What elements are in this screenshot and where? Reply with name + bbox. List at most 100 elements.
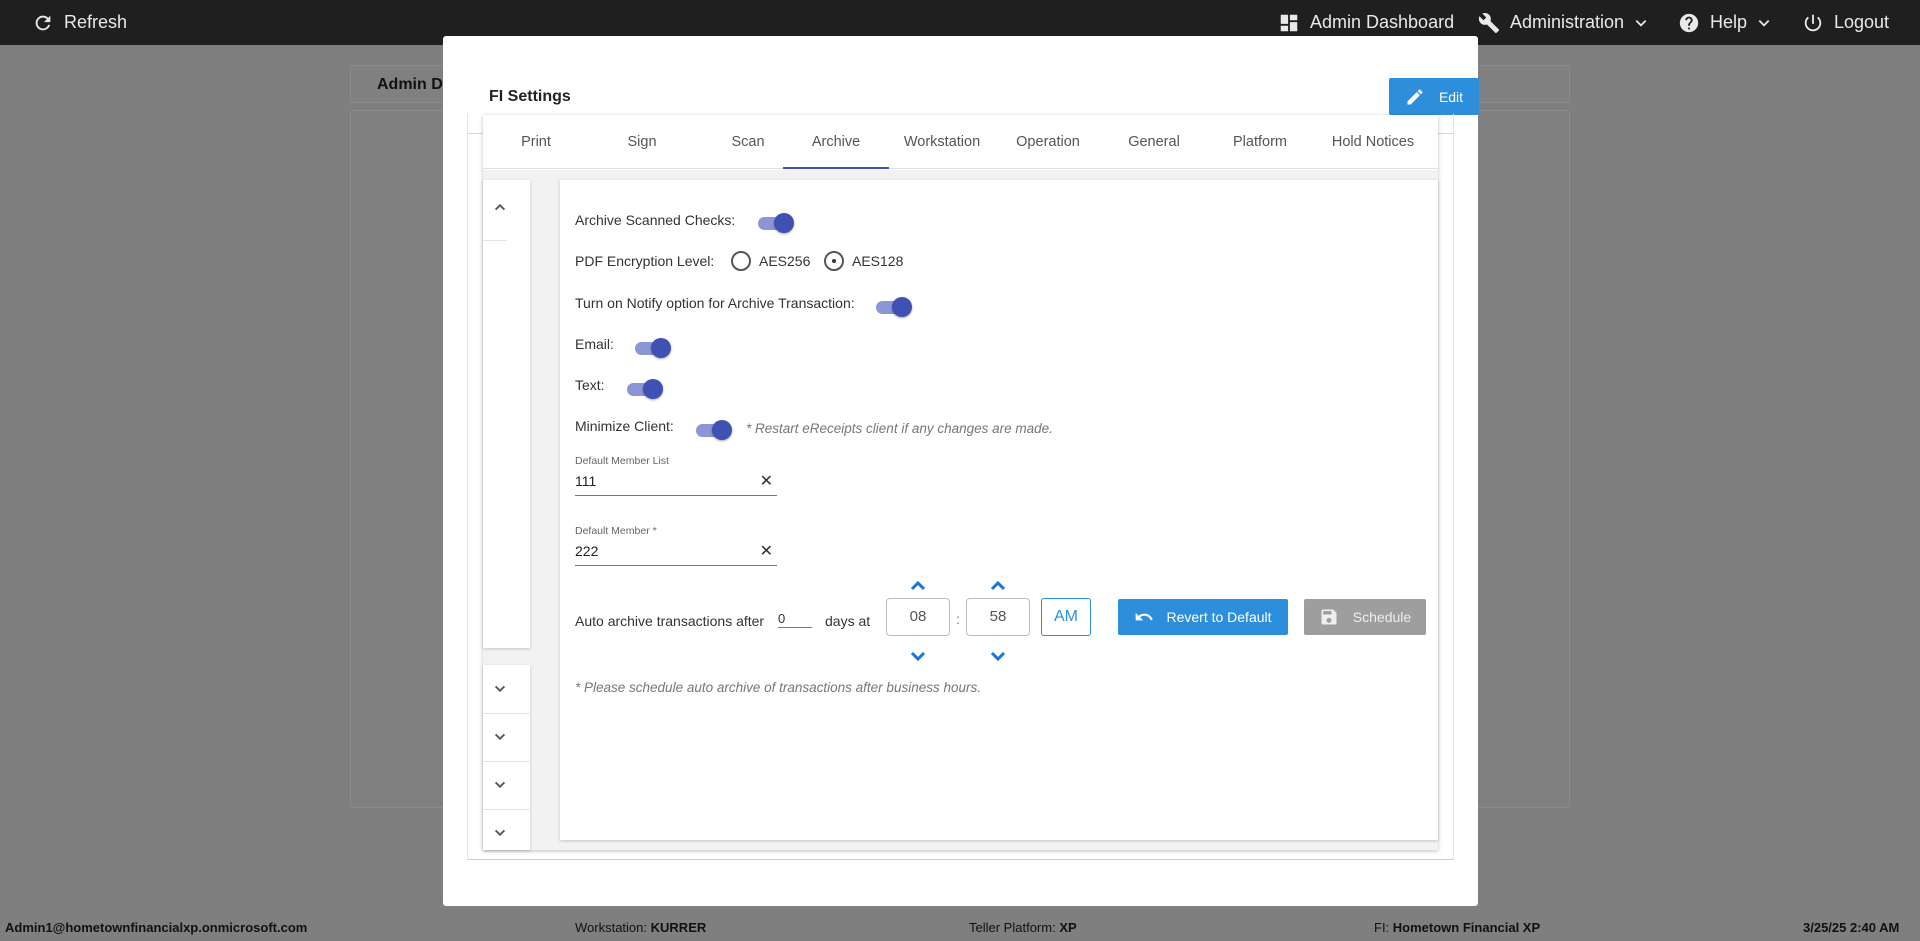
revert-to-default-button[interactable]: Revert to Default xyxy=(1118,599,1288,635)
toggle-knob xyxy=(643,379,663,399)
platform-label: Teller Platform: xyxy=(969,920,1056,935)
tab-workstation[interactable]: Workstation xyxy=(889,115,995,169)
settings-card: Print Sign Scan Archive Workstation Oper… xyxy=(483,115,1438,850)
chevron-down-icon xyxy=(494,829,506,837)
expand-panel-2-button[interactable] xyxy=(485,722,515,752)
archive-scanned-checks-toggle[interactable] xyxy=(758,212,794,234)
refresh-button[interactable]: Refresh xyxy=(32,0,127,45)
dashboard-icon xyxy=(1280,14,1298,31)
datetime-value: 3/25/25 2:40 AM xyxy=(1803,920,1900,935)
wrench-icon xyxy=(1478,12,1500,33)
chevron-down-icon xyxy=(1635,19,1647,27)
side-nav-divider xyxy=(483,713,530,714)
minute-input[interactable]: 58 xyxy=(966,598,1030,636)
collapse-up-button[interactable] xyxy=(485,192,515,222)
schedule-label: Schedule xyxy=(1352,609,1412,625)
aes128-label: AES128 xyxy=(852,253,904,269)
administration-label: Administration xyxy=(1510,12,1625,32)
email-label: Email: xyxy=(575,336,614,352)
background-page-title: Admin D xyxy=(377,76,443,93)
logout-button[interactable]: Logout xyxy=(1802,0,1889,45)
tab-hold-notices[interactable]: Hold Notices xyxy=(1313,115,1433,169)
chevron-down-icon xyxy=(494,685,506,693)
administration-menu[interactable]: Administration xyxy=(1478,0,1648,45)
tab-sign[interactable]: Sign xyxy=(589,115,695,169)
refresh-label: Refresh xyxy=(64,12,128,32)
fi-settings-modal: FI Settings Edit Print Sign Scan Archive… xyxy=(443,36,1479,906)
edit-button[interactable]: Edit xyxy=(1389,78,1479,115)
settings-tabs: Print Sign Scan Archive Workstation Oper… xyxy=(483,115,1438,169)
status-user: Admin1@hometownfinancialxp.onmicrosoft.c… xyxy=(5,920,307,935)
minimize-client-toggle[interactable] xyxy=(696,419,732,441)
side-nav-divider xyxy=(483,809,530,810)
default-member-label: Default Member * xyxy=(575,525,657,537)
auto-archive-days-input[interactable] xyxy=(778,610,812,628)
status-workstation: Workstation: KURRER xyxy=(575,920,706,935)
text-toggle[interactable] xyxy=(627,378,663,400)
tab-general[interactable]: General xyxy=(1101,115,1207,169)
fi-value: Hometown Financial XP xyxy=(1392,920,1541,935)
edit-label: Edit xyxy=(1438,88,1464,105)
tab-print[interactable]: Print xyxy=(483,115,589,169)
default-member-list-field[interactable]: ✕ xyxy=(575,472,777,496)
toggle-knob xyxy=(651,338,671,358)
undo-icon xyxy=(1136,612,1154,621)
aes256-label: AES256 xyxy=(759,253,811,269)
hour-input[interactable]: 08 xyxy=(886,598,950,636)
pencil-icon xyxy=(1407,88,1423,104)
ampm-toggle[interactable]: AM xyxy=(1041,598,1091,636)
tab-archive[interactable]: Archive xyxy=(783,115,889,169)
toggle-knob xyxy=(892,297,912,317)
clear-icon[interactable]: ✕ xyxy=(760,541,773,561)
minute-down-button[interactable] xyxy=(988,649,1008,665)
logout-label: Logout xyxy=(1834,12,1890,32)
help-icon xyxy=(1679,13,1699,32)
email-toggle[interactable] xyxy=(635,337,671,359)
chevron-up-icon xyxy=(910,580,926,591)
side-nav-divider xyxy=(483,761,530,762)
time-separator: : xyxy=(956,611,960,627)
default-member-list-input[interactable] xyxy=(575,473,745,489)
notify-archive-toggle[interactable] xyxy=(876,296,912,318)
days-at-label: days at xyxy=(825,613,871,629)
side-nav-panel xyxy=(483,180,530,648)
expand-panel-4-button[interactable] xyxy=(485,818,515,848)
toggle-knob xyxy=(774,213,794,233)
default-member-field[interactable]: ✕ xyxy=(575,542,777,566)
save-icon xyxy=(1321,609,1337,625)
revert-label: Revert to Default xyxy=(1166,609,1272,625)
schedule-button[interactable]: Schedule xyxy=(1304,599,1426,635)
default-member-input[interactable] xyxy=(575,543,745,559)
status-fi: FI: Hometown Financial XP xyxy=(1374,920,1540,935)
chevron-down-icon xyxy=(494,781,506,789)
minute-up-button[interactable] xyxy=(988,577,1008,593)
expand-panel-1-button[interactable] xyxy=(485,674,515,704)
tab-platform[interactable]: Platform xyxy=(1207,115,1313,169)
status-datetime: 3/25/25 2:40 AM xyxy=(1803,920,1899,935)
auto-archive-label: Auto archive transactions after xyxy=(575,613,765,629)
hour-up-button[interactable] xyxy=(908,577,928,593)
fi-label: FI: xyxy=(1374,920,1390,935)
workstation-value: KURRER xyxy=(650,920,707,935)
help-menu[interactable]: Help xyxy=(1678,0,1771,45)
radio-aes128[interactable] xyxy=(824,251,844,271)
side-nav-divider xyxy=(483,240,507,241)
pdf-encryption-label: PDF Encryption Level: xyxy=(575,253,715,269)
radio-aes256[interactable] xyxy=(731,251,751,271)
restart-note: * Restart eReceipts client if any change… xyxy=(746,421,1053,436)
expand-panel-3-button[interactable] xyxy=(485,770,515,800)
workstation-label: Workstation: xyxy=(575,920,648,935)
status-bar: Admin1@hometownfinancialxp.onmicrosoft.c… xyxy=(0,913,1920,941)
admin-dashboard-label: Admin Dashboard xyxy=(1310,12,1455,32)
hour-down-button[interactable] xyxy=(908,649,928,665)
platform-value: XP xyxy=(1059,920,1077,935)
text-label: Text: xyxy=(575,377,605,393)
minimize-client-label: Minimize Client: xyxy=(575,418,674,434)
tab-operation[interactable]: Operation xyxy=(995,115,1101,169)
chevron-up-icon xyxy=(494,203,506,211)
clear-icon[interactable]: ✕ xyxy=(760,471,773,491)
chevron-down-icon xyxy=(1758,19,1770,27)
archive-scanned-checks-label: Archive Scanned Checks: xyxy=(575,212,736,228)
status-platform: Teller Platform: XP xyxy=(969,920,1077,935)
help-label: Help xyxy=(1710,12,1748,32)
